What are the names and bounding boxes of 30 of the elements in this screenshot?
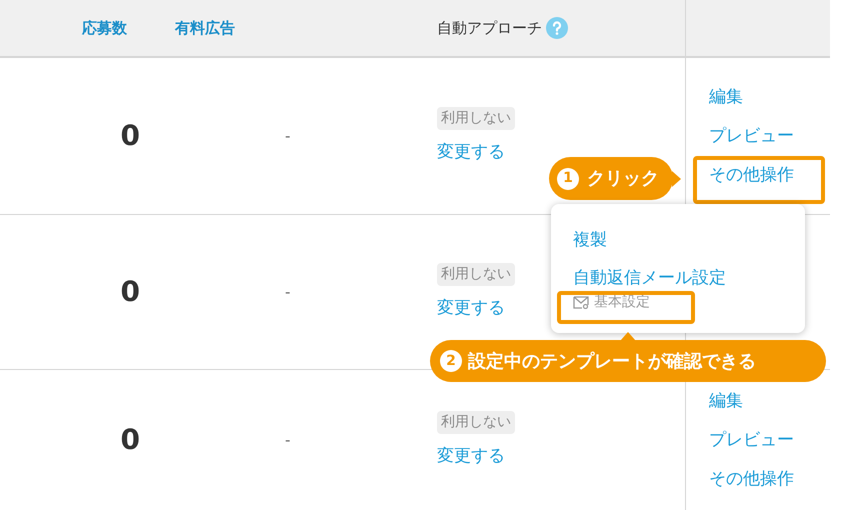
action-link[interactable]: プレビュー: [709, 426, 830, 454]
column-header: 自動アプローチ: [437, 18, 542, 39]
paid-ad-value: -: [285, 430, 290, 451]
paid-ad-value: -: [285, 126, 290, 147]
template-name: 基本設定: [594, 293, 650, 312]
step-number: 1: [557, 168, 579, 190]
action-link[interactable]: 編集: [709, 84, 830, 110]
callout-text: クリック: [587, 167, 659, 191]
status-badge: 利用しない: [437, 106, 515, 130]
status-badge: 利用しない: [437, 262, 515, 286]
applicant-count: 0: [120, 422, 140, 458]
callout-text: 設定中のテンプレートが確認できる: [468, 350, 756, 374]
applicant-count: 0: [120, 274, 140, 310]
change-link[interactable]: 変更する: [437, 296, 505, 322]
status-badge: 利用しない: [437, 410, 515, 434]
column-sort-link[interactable]: 有料広告: [175, 16, 235, 40]
action-link[interactable]: その他操作: [709, 466, 830, 492]
action-link[interactable]: 編集: [709, 388, 830, 414]
paid-ad-value: -: [285, 282, 290, 303]
help-icon[interactable]: [546, 17, 568, 39]
change-link[interactable]: 変更する: [437, 444, 505, 470]
applicant-count: 0: [120, 118, 140, 154]
change-link[interactable]: 変更する: [437, 140, 505, 166]
action-link[interactable]: その他操作: [709, 162, 830, 188]
column-sort-link[interactable]: 応募数: [82, 16, 127, 40]
action-link[interactable]: プレビュー: [709, 122, 830, 150]
step-number: 2: [440, 350, 462, 372]
menu-item[interactable]: 複製: [573, 228, 607, 252]
mail-icon: [573, 296, 589, 309]
menu-item[interactable]: 自動返信メール設定: [573, 266, 726, 290]
